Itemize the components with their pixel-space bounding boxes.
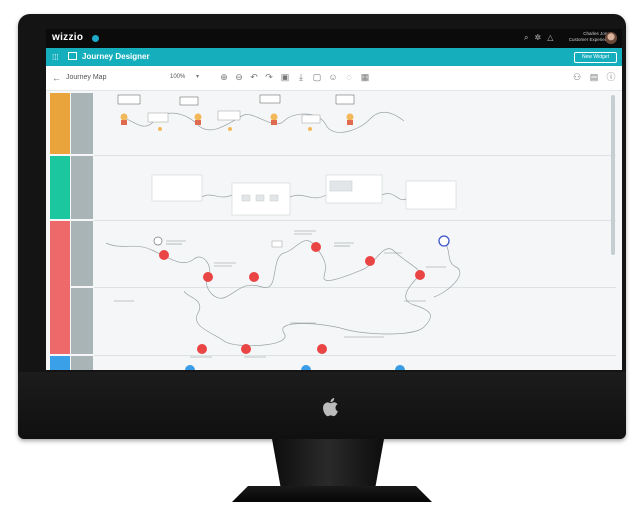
settings-icon[interactable]: ✲ bbox=[534, 33, 541, 43]
arrow-left-icon[interactable]: ← bbox=[52, 73, 61, 83]
vertical-scrollbar[interactable] bbox=[611, 95, 615, 255]
screen: wizzio ⌕ ✲ △ Charles Jones Customer Expe… bbox=[46, 29, 622, 370]
lane-sublabel-personas bbox=[71, 93, 93, 154]
people-icon[interactable]: ⚇ bbox=[571, 71, 583, 84]
lane-header-personas[interactable] bbox=[50, 93, 70, 154]
info-icon[interactable]: ⓘ bbox=[605, 71, 617, 84]
designer-title: Journey Designer bbox=[82, 52, 150, 61]
start-node bbox=[153, 236, 163, 246]
end-node bbox=[438, 235, 450, 247]
document-icon[interactable]: ▤ bbox=[588, 71, 600, 84]
frame-icon[interactable]: ▢ bbox=[311, 71, 323, 84]
zoom-in-icon[interactable]: ⊕ bbox=[218, 71, 230, 84]
lane-sublabel-channels bbox=[71, 356, 93, 370]
lane-sublabel-screens bbox=[71, 156, 93, 219]
user-icon[interactable]: ☺ bbox=[327, 71, 339, 84]
persona-cards bbox=[117, 94, 355, 131]
apple-logo-icon bbox=[323, 398, 338, 417]
zoom-out-icon[interactable]: ⊖ bbox=[233, 71, 245, 84]
touchpoint-card bbox=[271, 240, 283, 248]
lane-sublabel-touchpoints-a bbox=[71, 221, 93, 286]
imac-stand-foot bbox=[232, 486, 432, 502]
imac-stand bbox=[272, 439, 384, 489]
redo-icon[interactable]: ↷ bbox=[263, 71, 275, 84]
lane-sublabel-touchpoints-b bbox=[71, 288, 93, 354]
brand-logo[interactable]: wizzio bbox=[52, 32, 83, 43]
new-widget-button[interactable]: New Widget bbox=[574, 52, 617, 63]
app-topbar: wizzio ⌕ ✲ △ Charles Jones Customer Expe… bbox=[46, 29, 622, 48]
lane-header-touchpoints[interactable] bbox=[50, 221, 70, 354]
map-title[interactable]: Journey Map bbox=[66, 74, 106, 81]
designer-bar: ⁞⁞⁞ Journey Designer New Widget bbox=[46, 48, 622, 66]
annotation-lines bbox=[114, 230, 446, 358]
window-icon bbox=[68, 52, 77, 60]
apps-grid-icon[interactable]: ⁞⁞⁞ bbox=[52, 53, 59, 62]
touchpoints-flow-line-b bbox=[433, 238, 461, 298]
zoom-select[interactable]: 100% bbox=[170, 74, 185, 80]
journey-map-drawing bbox=[105, 94, 461, 370]
screen-thumbnails bbox=[151, 174, 457, 216]
touchpoint-dots bbox=[159, 242, 425, 354]
bell-icon[interactable]: △ bbox=[547, 33, 553, 43]
chevron-down-icon[interactable]: ▾ bbox=[196, 73, 199, 80]
download-icon[interactable]: ⤓ bbox=[295, 71, 307, 84]
lane-header-channels[interactable] bbox=[50, 356, 70, 370]
touchpoints-flow-line bbox=[105, 240, 431, 347]
new-widget-label: New Widget bbox=[582, 54, 609, 60]
avatar[interactable] bbox=[605, 32, 617, 44]
journey-canvas[interactable] bbox=[46, 91, 622, 370]
search-icon[interactable]: ⌕ bbox=[524, 33, 528, 43]
top-icons: ⌕ ✲ △ bbox=[524, 33, 553, 43]
channel-markers bbox=[185, 365, 405, 370]
map-toolbar: ← Journey Map 100% ▾ ⊕ ⊖ ↶ ↷ ▣ ⤓ ▢ ☺ ◌ ▦… bbox=[46, 66, 622, 91]
brand-dot-icon bbox=[92, 35, 99, 42]
image-icon[interactable]: ▦ bbox=[359, 71, 371, 84]
save-icon[interactable]: ▣ bbox=[279, 71, 291, 84]
emoji-icon[interactable]: ◌ bbox=[343, 71, 355, 84]
undo-icon[interactable]: ↶ bbox=[248, 71, 260, 84]
lane-header-screens[interactable] bbox=[50, 156, 70, 219]
